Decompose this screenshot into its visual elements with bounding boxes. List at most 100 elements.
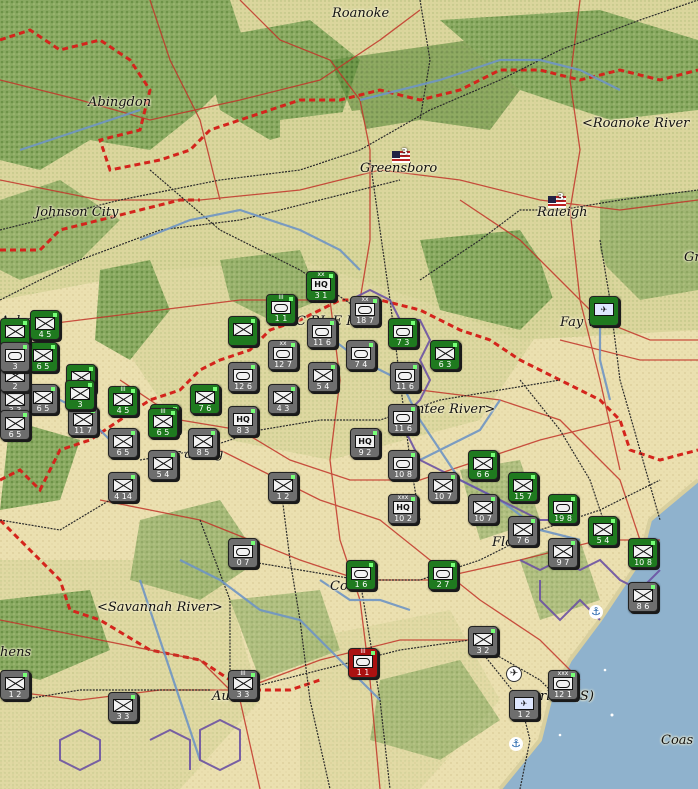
unit-counter-u25[interactable]: 8 5 bbox=[188, 428, 218, 458]
infantry-symbol-icon bbox=[513, 523, 533, 536]
unit-counter-u50[interactable]: xxx 12 1 bbox=[548, 670, 578, 700]
supply-indicator-icon bbox=[23, 673, 27, 677]
infantry-symbol-icon bbox=[273, 479, 293, 492]
unit-counter-u37[interactable]: 9 7 bbox=[548, 538, 578, 568]
unit-counter-u14[interactable]: 11 6 bbox=[307, 318, 337, 348]
unit-counter-u13[interactable]: xx 12 7 bbox=[268, 340, 298, 370]
unit-counter-u44[interactable]: 1 6 bbox=[346, 560, 376, 590]
unit-strength: 7 4 bbox=[354, 360, 368, 369]
port-anchor-icon[interactable]: ⚓ bbox=[589, 605, 603, 619]
unit-counter-u12[interactable]: 4 3 bbox=[268, 384, 298, 414]
unit-counter-u11[interactable]: 5 4 bbox=[308, 362, 338, 392]
infantry-symbol-icon bbox=[113, 479, 133, 492]
unit-counter-u45[interactable]: 2 7 bbox=[428, 560, 458, 590]
unit-counter-u20[interactable]: 11 7 bbox=[68, 406, 98, 436]
unit-counter-u24[interactable]: 6 5 bbox=[108, 428, 138, 458]
unit-counter-u21[interactable]: III 6 5 bbox=[148, 408, 178, 438]
unit-strength: 10 8 bbox=[634, 558, 652, 567]
infantry-symbol-icon bbox=[313, 369, 333, 382]
infantry-symbol-icon bbox=[5, 417, 25, 430]
unit-strength: 6 3 bbox=[438, 360, 452, 369]
unit-counter-u7[interactable]: 12 6 bbox=[228, 362, 258, 392]
unit-counter-u15[interactable]: III 4 5 bbox=[108, 386, 138, 416]
unit-counter-u33[interactable]: 15 7 bbox=[508, 472, 538, 502]
infantry-symbol-icon bbox=[593, 523, 613, 536]
unit-strength: 1 2 bbox=[276, 492, 290, 501]
unit-strength: 1 2 bbox=[517, 710, 531, 719]
city-label-roanoke: Roanoke bbox=[332, 6, 390, 21]
unit-counter-u40[interactable]: 8 6 bbox=[628, 582, 658, 612]
supply-indicator-icon bbox=[413, 365, 417, 369]
air-unit-fayetteville[interactable]: ✈ bbox=[589, 296, 619, 326]
airbase-icon[interactable]: ✈ bbox=[506, 666, 522, 682]
unit-strength: 10 7 bbox=[474, 514, 492, 523]
supply-indicator-icon bbox=[251, 365, 255, 369]
unit-counter-u34[interactable]: 10 7 bbox=[468, 494, 498, 524]
supply-indicator-icon bbox=[411, 453, 415, 457]
unit-counter-u49[interactable]: III 3 3 bbox=[228, 670, 258, 700]
unit-counter-u6[interactable]: 6 3 bbox=[430, 340, 460, 370]
unit-strength: 12 7 bbox=[274, 360, 292, 369]
supply-indicator-icon bbox=[371, 651, 375, 655]
unit-counter-u38[interactable]: 5 4 bbox=[588, 516, 618, 546]
unit-counter-u48[interactable]: 3 3 bbox=[108, 692, 138, 722]
unit-counter-u9[interactable]: 11 6 bbox=[390, 362, 420, 392]
unit-counter-u57[interactable]: 3 bbox=[0, 342, 30, 372]
unit-counter-u26[interactable]: 5 4 bbox=[148, 450, 178, 480]
armor-symbol-icon bbox=[353, 655, 373, 668]
unit-strength: 6 5 bbox=[8, 430, 22, 439]
infantry-symbol-icon bbox=[473, 633, 493, 646]
unit-counter-u54[interactable]: 4 5 bbox=[30, 310, 60, 340]
infantry-symbol-icon bbox=[113, 699, 133, 712]
unit-counter-u16[interactable]: 6 5 bbox=[28, 342, 58, 372]
unit-counter-u56[interactable]: 3 bbox=[65, 380, 95, 410]
supply-indicator-icon bbox=[251, 319, 255, 323]
unit-counter-u28[interactable]: 11 6 bbox=[388, 404, 418, 434]
unit-strength: 19 8 bbox=[554, 514, 572, 523]
unit-counter-u5[interactable]: 7 3 bbox=[388, 318, 418, 348]
unit-strength: 5 4 bbox=[596, 536, 610, 545]
unit-counter-u36[interactable]: 19 8 bbox=[548, 494, 578, 524]
unit-counter-u4[interactable]: xx 18 7 bbox=[350, 296, 380, 326]
supply-indicator-icon bbox=[291, 475, 295, 479]
unit-counter-u53[interactable]: 6 5 bbox=[0, 410, 30, 440]
unit-counter-u18[interactable]: 7 6 bbox=[190, 384, 220, 414]
unit-counter-u29[interactable]: 10 8 bbox=[388, 450, 418, 480]
unit-counter-u31[interactable]: xxx10 2 bbox=[388, 494, 418, 524]
unit-counter-u51[interactable]: 1 2 bbox=[0, 670, 30, 700]
infantry-symbol-icon bbox=[273, 391, 293, 404]
supply-indicator-icon bbox=[171, 411, 175, 415]
unit-counter-u30[interactable]: 10 7 bbox=[428, 472, 458, 502]
unit-strength: 3 bbox=[12, 362, 18, 371]
unit-counter-u3[interactable] bbox=[228, 316, 258, 346]
unit-strength: 10 8 bbox=[394, 470, 412, 479]
river-label-roanoke: <Roanoke River bbox=[582, 116, 690, 131]
infantry-symbol-icon bbox=[73, 413, 93, 426]
unit-counter-u39[interactable]: 10 8 bbox=[628, 538, 658, 568]
unit-counter-u17[interactable]: 6 5 bbox=[28, 384, 58, 414]
unit-counter-u23[interactable]: 8 3 bbox=[228, 406, 258, 436]
infantry-symbol-icon bbox=[435, 347, 455, 360]
unit-strength: 6 5 bbox=[156, 428, 170, 437]
infantry-symbol-icon bbox=[233, 323, 253, 336]
infantry-symbol-icon bbox=[70, 387, 90, 400]
air-unit-charleston[interactable]: ✈ 1 2 bbox=[509, 690, 539, 720]
unit-strength: 7 6 bbox=[198, 404, 212, 413]
supply-indicator-icon bbox=[53, 313, 57, 317]
unit-strength: 1 6 bbox=[354, 580, 368, 589]
unit-counter-u1[interactable]: xx3 1 bbox=[306, 271, 336, 301]
unit-counter-u35[interactable]: 7 6 bbox=[508, 516, 538, 546]
unit-counter-u27[interactable]: 9 2 bbox=[350, 428, 380, 458]
unit-counter-u46[interactable]: 3 2 bbox=[468, 626, 498, 656]
unit-counter-u42[interactable]: 1 2 bbox=[268, 472, 298, 502]
strategic-map[interactable]: Roanoke Abingdon <Roanoke River Greensbo… bbox=[0, 0, 698, 789]
capital-flag-icon: 3 bbox=[392, 147, 410, 163]
unit-counter-u2[interactable]: III 1 1 bbox=[266, 294, 296, 324]
unit-counter-u41[interactable]: 4 14 bbox=[108, 472, 138, 502]
unit-counter-u43[interactable]: 0 7 bbox=[228, 538, 258, 568]
unit-counter-u8[interactable]: 7 4 bbox=[346, 340, 376, 370]
port-anchor-icon[interactable]: ⚓ bbox=[509, 737, 523, 751]
unit-counter-u32[interactable]: 6 6 bbox=[468, 450, 498, 480]
supply-indicator-icon bbox=[571, 541, 575, 545]
unit-counter-u47[interactable]: III 1 1 bbox=[348, 648, 378, 678]
